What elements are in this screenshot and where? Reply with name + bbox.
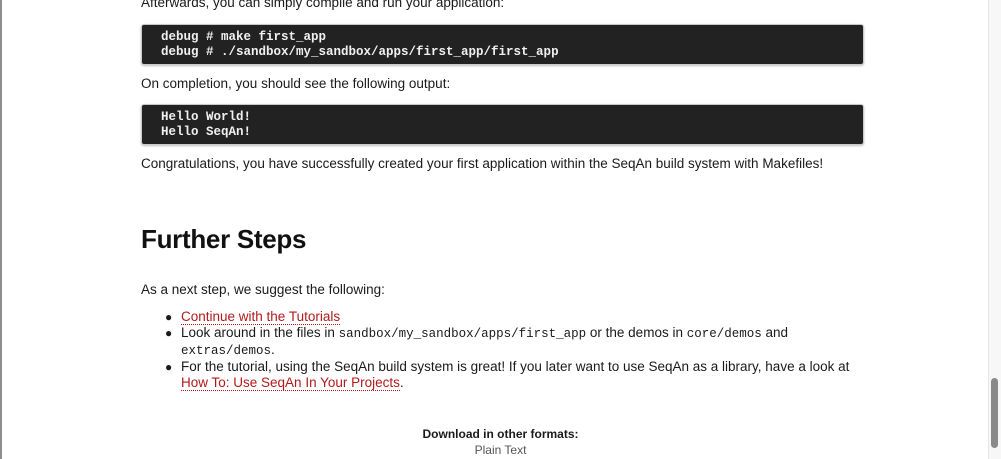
scrollbar-track[interactable] <box>988 0 1001 459</box>
inline-code: sandbox/my_sandbox/apps/first_app <box>338 327 587 341</box>
next-steps-intro: As a next step, we suggest the following… <box>141 282 385 297</box>
item-text: For the tutorial, using the SeqAn build … <box>181 359 850 374</box>
list-item: ● Look around in the files in sandbox/my… <box>165 325 867 359</box>
inline-code: core/demos <box>686 327 762 341</box>
intro-paragraph: Afterwards, you can simply compile and r… <box>141 0 505 10</box>
tutorials-link[interactable]: Continue with the Tutorials <box>181 309 341 325</box>
use-seqan-link[interactable]: How To: Use SeqAn In Your Projects <box>181 375 400 391</box>
item-text: . <box>399 375 404 390</box>
scrollbar-thumb[interactable] <box>991 378 998 448</box>
bullet-icon: ● <box>165 310 173 324</box>
section-heading-further-steps: Further Steps <box>141 224 307 254</box>
inline-code: extras/demos <box>181 344 272 358</box>
bullet-icon: ● <box>165 360 173 374</box>
plain-text-link[interactable]: Plain Text <box>0 441 1001 459</box>
code-line: Hello SeqAn! <box>161 125 252 139</box>
completion-paragraph: On completion, you should see the follow… <box>141 76 451 91</box>
code-block-build: debug # make first_app debug # ./sandbox… <box>141 24 864 65</box>
download-formats: Download in other formats: Plain Text <box>0 427 1001 459</box>
window-frame-edge <box>0 0 2 459</box>
code-line: debug # make first_app <box>161 30 327 44</box>
congrats-paragraph: Congratulations, you have successfully c… <box>141 156 824 171</box>
list-item: ● For the tutorial, using the SeqAn buil… <box>165 359 867 391</box>
item-text: Look around in the files in <box>181 325 339 340</box>
item-text: . <box>271 342 275 357</box>
code-line: debug # ./sandbox/my_sandbox/apps/first_… <box>161 45 559 59</box>
bullet-icon: ● <box>165 326 173 340</box>
next-steps-list: ● Continue with the Tutorials ● Look aro… <box>141 309 867 391</box>
item-text: or the demos in <box>586 325 687 340</box>
item-text: and <box>761 325 789 340</box>
code-block-output: Hello World! Hello SeqAn! <box>141 104 864 145</box>
code-line: Hello World! <box>161 110 252 124</box>
list-item: ● Continue with the Tutorials <box>165 309 867 325</box>
download-title: Download in other formats: <box>422 427 579 441</box>
